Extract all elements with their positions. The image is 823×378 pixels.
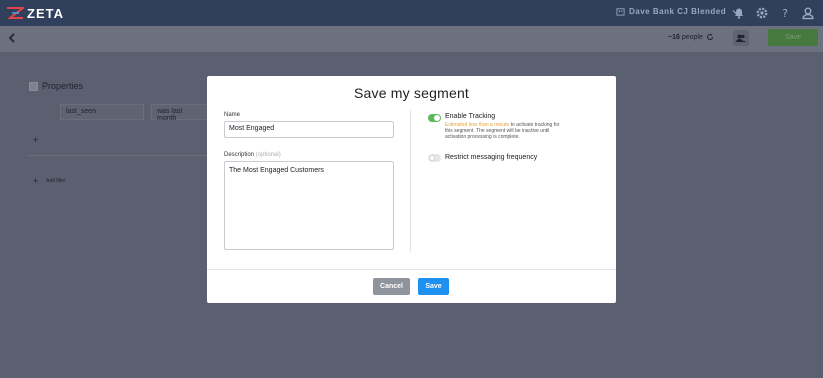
account-name: Dave Bank CJ Blended bbox=[629, 7, 727, 16]
section-divider bbox=[28, 155, 208, 156]
save-segment-modal: Save my segment Name Most Engaged Descri… bbox=[207, 76, 616, 303]
properties-icon bbox=[29, 82, 38, 91]
gear-icon[interactable] bbox=[755, 6, 769, 20]
account-switcher[interactable]: Dave Bank CJ Blended bbox=[616, 7, 740, 16]
people-count: ~16 people bbox=[668, 33, 714, 41]
enable-tracking-label: Enable Tracking bbox=[445, 113, 496, 120]
segment-description-textarea[interactable]: The Most Engaged Customers bbox=[224, 161, 394, 250]
help-icon[interactable]: ? bbox=[778, 6, 792, 20]
save-button[interactable]: Save bbox=[418, 278, 449, 295]
user-icon[interactable] bbox=[801, 6, 815, 20]
restrict-frequency-toggle[interactable] bbox=[428, 154, 441, 162]
toggle-knob bbox=[429, 155, 435, 161]
cancel-button[interactable]: Cancel bbox=[373, 278, 410, 295]
zeta-logo[interactable]: ZETA bbox=[6, 5, 64, 21]
add-condition-icon[interactable]: + bbox=[33, 135, 38, 145]
operator-select[interactable]: was last month bbox=[151, 104, 209, 122]
name-label: Name bbox=[224, 112, 241, 118]
description-label-row: Description (optional) bbox=[224, 152, 281, 158]
modal-column-divider bbox=[410, 110, 411, 252]
top-nav: ZETA Dave Bank CJ Blended ? bbox=[0, 0, 823, 26]
tracking-help-text: Estimated less than a minute to activate… bbox=[445, 122, 560, 140]
bell-icon[interactable] bbox=[732, 6, 746, 20]
add-filter-icon[interactable]: + bbox=[33, 176, 38, 186]
description-label: Description bbox=[224, 152, 255, 158]
property-select[interactable]: last_seen bbox=[60, 104, 144, 120]
logo-text: ZETA bbox=[27, 5, 64, 21]
building-icon bbox=[616, 8, 625, 16]
page-save-button[interactable]: Save bbox=[768, 29, 818, 46]
toggle-knob bbox=[434, 115, 440, 121]
svg-text:?: ? bbox=[782, 7, 788, 20]
people-icon bbox=[736, 34, 746, 42]
people-count-value: ~16 bbox=[668, 33, 680, 41]
modal-footer-divider bbox=[207, 269, 616, 270]
audience-button[interactable] bbox=[733, 30, 749, 46]
segment-name-input[interactable]: Most Engaged bbox=[224, 121, 394, 138]
add-filter-link[interactable]: Add filter bbox=[46, 178, 66, 184]
zeta-logo-icon bbox=[7, 7, 24, 19]
properties-title: Properties bbox=[42, 81, 84, 91]
people-count-label: people bbox=[681, 33, 703, 41]
refresh-icon[interactable] bbox=[706, 33, 714, 41]
enable-tracking-toggle[interactable] bbox=[428, 114, 441, 122]
description-optional: (optional) bbox=[255, 152, 281, 158]
restrict-frequency-label: Restrict messaging frequency bbox=[445, 154, 538, 161]
back-arrow-icon[interactable] bbox=[6, 32, 18, 44]
modal-title: Save my segment bbox=[353, 85, 470, 101]
